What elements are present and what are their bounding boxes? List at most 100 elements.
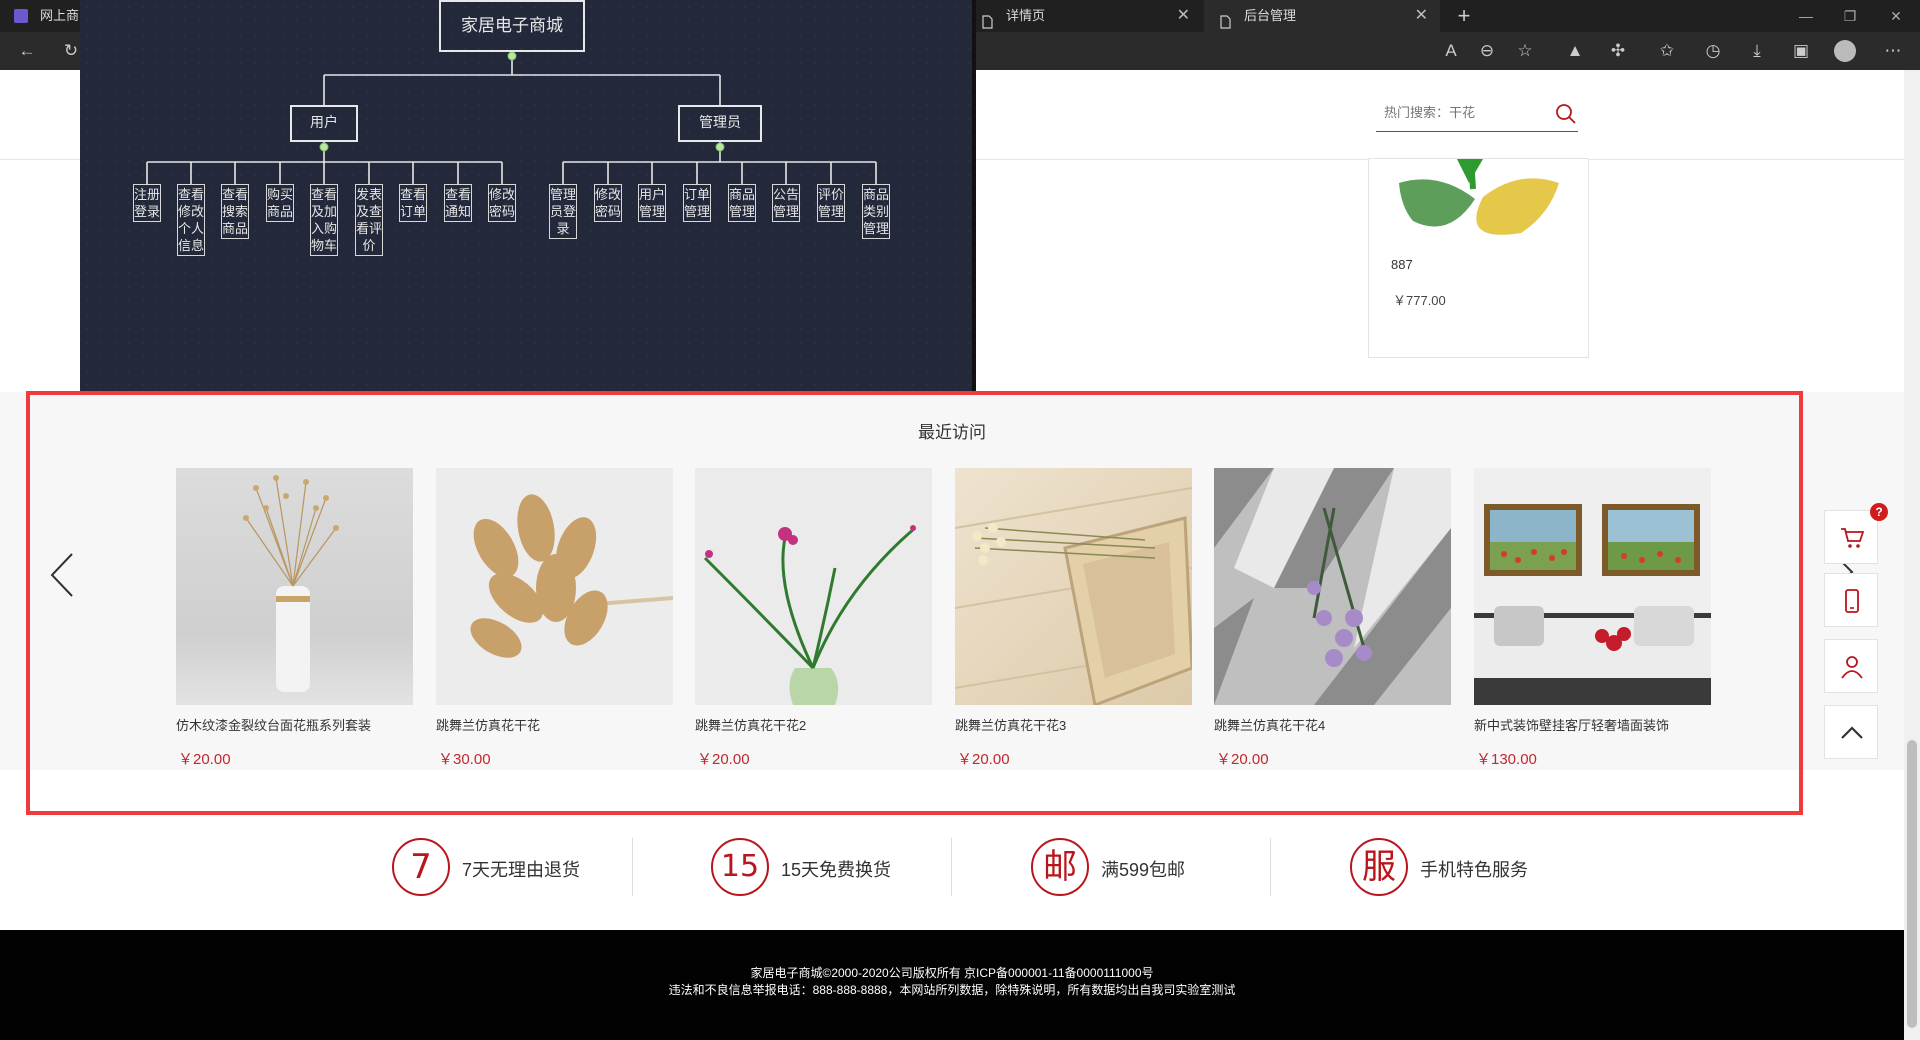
product-image <box>1214 468 1451 705</box>
restore-button[interactable]: ❐ <box>1830 0 1870 32</box>
diagram-leaf: 公告管理 <box>772 184 800 222</box>
new-tab-plus-icon[interactable]: + <box>1450 2 1478 30</box>
recent-product-item[interactable]: 跳舞兰仿真花干花2 ￥20.00 <box>695 468 932 769</box>
page-icon <box>1218 9 1232 29</box>
divider <box>632 838 633 896</box>
cart-icon <box>1841 528 1865 548</box>
minimize-button[interactable]: — <box>1786 0 1826 32</box>
window-close-button[interactable]: ✕ <box>1876 0 1916 32</box>
diagram-leaf: 商品管理 <box>728 184 756 222</box>
tab-title: 后台管理 <box>1244 8 1297 23</box>
promise-text: 15天免费换货 <box>781 860 892 880</box>
diagram-admin-node: 管理员 <box>678 105 762 142</box>
product-name: 887 <box>1391 257 1413 272</box>
diagram-leaf: 评价管理 <box>817 184 845 222</box>
favorites-icon[interactable]: ✩ <box>1654 38 1680 64</box>
product-image <box>695 468 932 705</box>
diagram-leaf: 查看通知 <box>444 184 472 222</box>
zoom-out-icon[interactable]: ⊖ <box>1474 38 1500 64</box>
function-structure-diagram: 家居电子商城 用户 管理员 注册登录 查看修改个人信息 查看搜索商品 购买商品 … <box>80 0 976 392</box>
product-name: 跳舞兰仿真花干花 <box>436 718 541 733</box>
site-footer: 家居电子商城©2000-2020公司版权所有 京ICP备000001-11备00… <box>0 930 1904 1040</box>
product-price: ￥20.00 <box>178 751 231 768</box>
divider <box>1270 838 1271 896</box>
product-name: 仿木纹漆金裂纹台面花瓶系列套装 <box>176 718 372 733</box>
diagram-leaf: 查看及加入购物车 <box>310 184 338 256</box>
extensions-puzzle-icon[interactable]: ✣ <box>1605 38 1631 64</box>
product-image <box>955 468 1192 705</box>
product-name: 跳舞兰仿真花干花2 <box>695 718 807 733</box>
search-input[interactable] <box>1384 100 1544 124</box>
tab-admin[interactable]: 后台管理 ✕ <box>1204 0 1440 32</box>
product-price: ￥777.00 <box>1393 293 1446 308</box>
product-image <box>176 468 413 705</box>
diagram-root-node: 家居电子商城 <box>439 0 585 52</box>
diagram-leaf: 管理员登录 <box>549 184 577 239</box>
promise-text: 满599包邮 <box>1101 860 1186 880</box>
diagram-user-node: 用户 <box>290 105 358 142</box>
product-price: ￥130.00 <box>1476 751 1537 768</box>
product-price: ￥20.00 <box>1216 751 1269 768</box>
tab-title: 网上商 <box>40 8 80 23</box>
footer-notice: 违法和不良信息举报电话：888-888-8888，本网站所列数据，除特殊说明，所… <box>668 983 1236 997</box>
tab-detail-page[interactable]: 详情页 ✕ <box>966 0 1202 32</box>
recent-product-item[interactable]: 仿木纹漆金裂纹台面花瓶系列套装 ￥20.00 <box>176 468 413 769</box>
diagram-leaf: 发表及查看评价 <box>355 184 383 256</box>
product-image <box>436 468 673 705</box>
recent-product-item[interactable]: 跳舞兰仿真花干花4 ￥20.00 <box>1214 468 1451 769</box>
diagram-leaf: 修改密码 <box>488 184 516 222</box>
diagram-leaf: 查看订单 <box>399 184 427 222</box>
read-aloud-icon[interactable]: A <box>1438 38 1464 64</box>
promise-seven-icon: 7 <box>392 838 450 896</box>
product-price: ￥20.00 <box>957 751 1010 768</box>
scrollbar-thumb[interactable] <box>1907 740 1917 1028</box>
tab-title: 详情页 <box>1006 8 1046 23</box>
user-icon <box>1841 656 1863 679</box>
product-name: 跳舞兰仿真花干花3 <box>955 718 1067 733</box>
diagram-leaf: 商品类别管理 <box>862 184 890 239</box>
diagram-leaf: 查看搜索商品 <box>221 184 249 239</box>
promise-mail-icon: 邮 <box>1031 838 1089 896</box>
back-to-top-icon <box>1841 726 1863 739</box>
diagram-leaf: 购买商品 <box>266 184 294 222</box>
close-icon[interactable]: ✕ <box>1177 0 1190 32</box>
collections-icon[interactable]: ▣ <box>1788 38 1814 64</box>
page-icon <box>980 9 994 29</box>
carousel-prev-arrow-icon[interactable] <box>48 552 78 598</box>
diagram-leaf: 查看修改个人信息 <box>177 184 205 256</box>
promise-service-icon: 服 <box>1350 838 1408 896</box>
back-to-top-button[interactable] <box>1824 705 1878 759</box>
footer-copyright: 家居电子商城©2000-2020公司版权所有 京ICP备000001-11备00… <box>750 966 1154 980</box>
diagram-leaf: 修改密码 <box>594 184 622 222</box>
more-menu-icon[interactable]: ⋯ <box>1880 38 1906 64</box>
profile-avatar-icon[interactable] <box>1834 40 1856 62</box>
product-card[interactable]: 887 ￥777.00 <box>1368 158 1589 358</box>
close-icon[interactable]: ✕ <box>1415 0 1428 32</box>
search-icon[interactable] <box>1554 102 1578 126</box>
downloads-icon[interactable]: ⤓ <box>1744 38 1770 64</box>
phone-icon <box>1845 589 1859 613</box>
extension-triangle-icon[interactable]: ▲ <box>1562 38 1588 64</box>
side-mobile-button[interactable] <box>1824 573 1878 627</box>
product-name: 跳舞兰仿真花干花4 <box>1214 718 1326 733</box>
back-arrow-icon[interactable]: ← <box>14 38 40 64</box>
recent-product-item[interactable]: 跳舞兰仿真花干花3 ￥20.00 <box>955 468 1192 769</box>
diagram-leaf: 用户管理 <box>638 184 666 222</box>
product-image <box>1474 468 1711 705</box>
side-user-button[interactable] <box>1824 639 1878 693</box>
diagram-leaf: 订单管理 <box>683 184 711 222</box>
history-icon[interactable]: ◷ <box>1700 38 1726 64</box>
add-favorite-icon[interactable]: ☆ <box>1512 38 1538 64</box>
recent-product-item[interactable]: 跳舞兰仿真花干花 ￥30.00 <box>436 468 673 769</box>
site-favicon-icon <box>14 9 28 23</box>
recent-product-item[interactable]: 新中式装饰壁挂客厅轻奢墙面装饰 ￥130.00 <box>1474 468 1711 769</box>
promise-fifteen-icon: 15 <box>711 838 769 896</box>
product-image <box>1399 159 1559 235</box>
tab-online-store[interactable]: 网上商 <box>0 0 80 32</box>
cart-count-badge: ? <box>1870 503 1888 521</box>
side-cart-button[interactable] <box>1824 510 1878 564</box>
product-price: ￥20.00 <box>697 751 750 768</box>
promise-text: 手机特色服务 <box>1420 860 1528 880</box>
product-name: 新中式装饰壁挂客厅轻奢墙面装饰 <box>1474 718 1670 733</box>
product-price: ￥30.00 <box>438 751 491 768</box>
